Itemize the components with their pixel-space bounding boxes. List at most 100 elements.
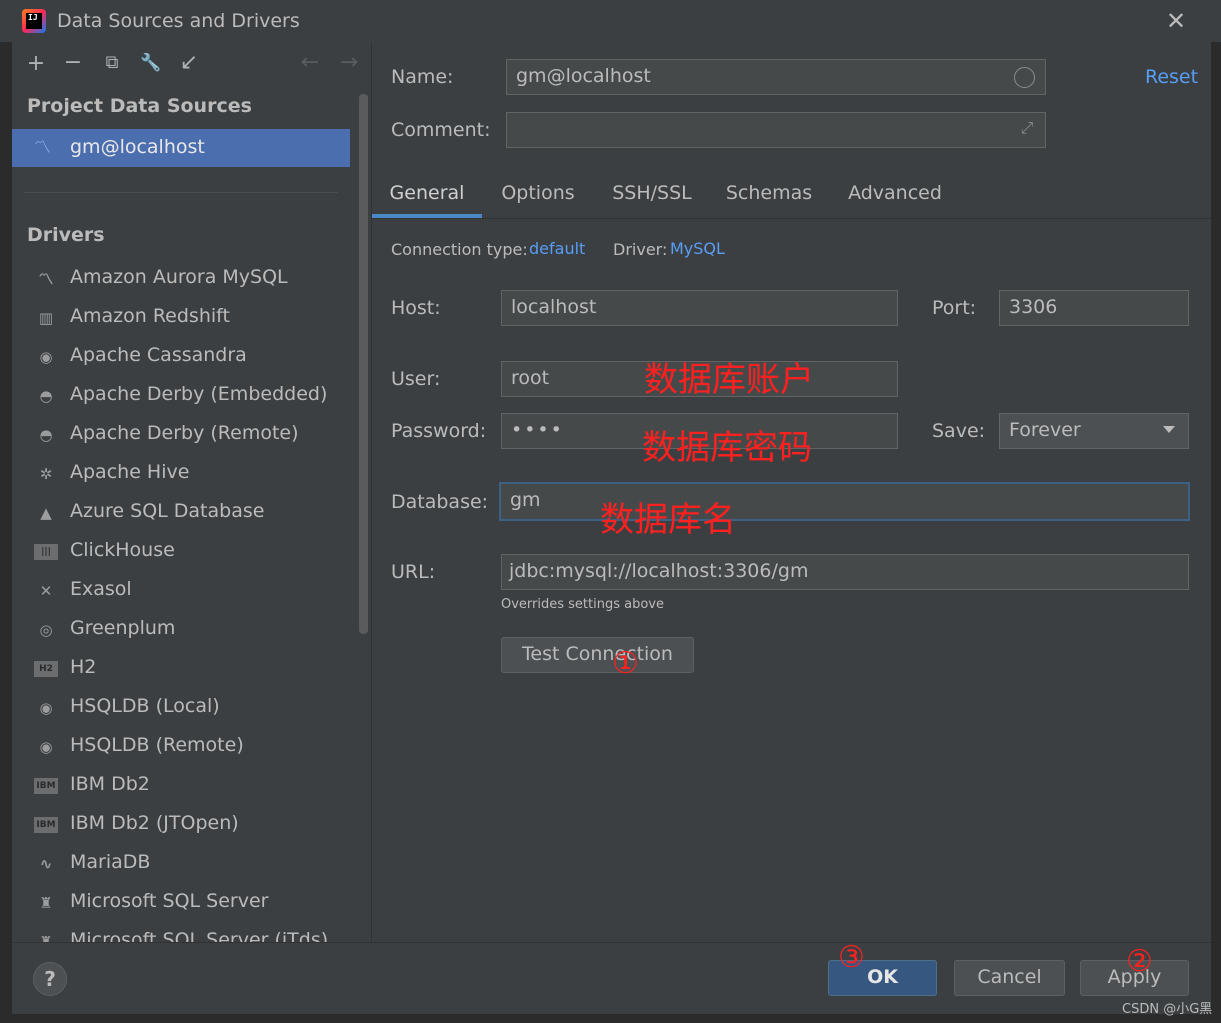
annotation-step-3: ③ [838, 940, 865, 975]
save-dropdown[interactable]: Forever [999, 413, 1189, 449]
window-title: Data Sources and Drivers [57, 10, 300, 32]
close-icon[interactable]: ✕ [1163, 8, 1189, 34]
database-label: Database: [391, 491, 489, 513]
bee-icon: ✲ [39, 465, 53, 483]
driver-label: Greenplum [70, 617, 176, 639]
driver-item[interactable]: ✲ Apache Hive [12, 454, 352, 493]
host-label: Host: [391, 297, 441, 319]
driver-label: Microsoft SQL Server [70, 890, 269, 912]
driver-item[interactable]: ▥ Amazon Redshift [12, 298, 352, 337]
driver-label: Amazon Redshift [70, 305, 230, 327]
annotation-database: 数据库名 [600, 500, 736, 540]
ibm-icon: IBM [34, 817, 58, 833]
seal-icon: ∿ [39, 855, 53, 873]
driver-link[interactable]: MySQL [670, 239, 725, 258]
driver-item[interactable]: ♜ Microsoft SQL Server [12, 883, 352, 922]
port-label: Port: [932, 297, 977, 319]
back-arrow-icon[interactable]: ← [296, 49, 324, 77]
annotation-step-1: ① [612, 646, 639, 681]
tabs-divider [372, 218, 1211, 219]
driver-item[interactable]: 〽 Amazon Aurora MySQL [12, 259, 352, 298]
url-input[interactable]: jdbc:mysql://localhost:3306/gm [501, 554, 1189, 590]
annotation-user: 数据库账户 [644, 360, 814, 400]
driver-item[interactable]: ◓ Apache Derby (Remote) [12, 415, 352, 454]
help-button[interactable]: ? [33, 962, 67, 996]
name-input[interactable]: gm@localhost [506, 59, 1046, 95]
spiral-icon: ◉ [39, 699, 53, 717]
wrench-icon[interactable]: 🔧 [137, 49, 165, 77]
eye-icon: ◉ [39, 348, 53, 366]
data-source-label: gm@localhost [70, 136, 205, 158]
driver-item[interactable]: ◉ HSQLDB (Local) [12, 688, 352, 727]
driver-label: HSQLDB (Local) [70, 695, 220, 717]
ibm-icon: IBM [34, 778, 58, 794]
expand-icon[interactable]: ⤢ [1016, 117, 1038, 139]
spiral-icon: ◉ [39, 738, 53, 756]
driver-label: IBM Db2 [70, 773, 150, 795]
mysql-dolphin-icon: 〽 [34, 138, 51, 158]
driver-label: ClickHouse [70, 539, 175, 561]
driver-label: Driver: [613, 240, 668, 259]
drivers-heading: Drivers [27, 224, 105, 246]
import-icon[interactable]: ↙ [175, 49, 203, 77]
driver-item[interactable]: IBM IBM Db2 [12, 766, 352, 805]
driver-label: Apache Derby (Remote) [70, 422, 299, 444]
driver-item[interactable]: ◓ Apache Derby (Embedded) [12, 376, 352, 415]
tab-ssh-ssl[interactable]: SSH/SSL [598, 171, 706, 215]
reset-link[interactable]: Reset [1145, 66, 1198, 88]
copy-icon[interactable]: ⧉ [98, 49, 126, 77]
driver-item[interactable]: ◉ Apache Cassandra [12, 337, 352, 376]
driver-label: H2 [70, 656, 97, 678]
driver-label: Amazon Aurora MySQL [70, 266, 288, 288]
url-hint: Overrides settings above [501, 597, 664, 612]
color-circle-icon[interactable] [1014, 67, 1035, 88]
driver-item[interactable]: ✕ Exasol [12, 571, 352, 610]
driver-item[interactable]: ♜ Microsoft SQL Server (jTds) [12, 922, 352, 942]
connection-type-link[interactable]: default [529, 239, 585, 258]
driver-label: MariaDB [70, 851, 151, 873]
hat-icon: ◓ [39, 426, 53, 444]
comment-label: Comment: [391, 119, 491, 141]
annotation-password: 数据库密码 [642, 428, 812, 468]
save-label: Save: [932, 420, 986, 442]
port-input[interactable]: 3306 [999, 290, 1189, 326]
forward-arrow-icon[interactable]: → [335, 49, 363, 77]
app-logo-mark: IJ [26, 13, 42, 29]
driver-label: Exasol [70, 578, 132, 600]
driver-label: IBM Db2 (JTOpen) [70, 812, 239, 834]
driver-label: Apache Hive [70, 461, 190, 483]
dropdown-arrow-icon[interactable] [1163, 426, 1175, 433]
host-input[interactable]: localhost [501, 290, 898, 326]
url-label: URL: [391, 561, 436, 583]
comment-input[interactable] [506, 112, 1046, 148]
cancel-button[interactable]: Cancel [954, 960, 1065, 996]
redshift-icon: ▥ [38, 309, 54, 327]
driver-item[interactable]: ◉ HSQLDB (Remote) [12, 727, 352, 766]
azure-icon: ▲ [40, 504, 52, 522]
tab-schemas[interactable]: Schemas [712, 171, 826, 215]
remove-icon[interactable]: − [59, 49, 87, 77]
add-icon[interactable]: + [22, 50, 50, 78]
tab-options[interactable]: Options [484, 171, 592, 215]
driver-item[interactable]: ◎ Greenplum [12, 610, 352, 649]
background-editor-strip [0, 1014, 1221, 1023]
driver-item[interactable]: ||| ClickHouse [12, 532, 352, 571]
tab-advanced[interactable]: Advanced [834, 171, 956, 215]
h2-icon: H2 [34, 661, 58, 677]
driver-label: Azure SQL Database [70, 500, 265, 522]
x-icon: ✕ [39, 582, 53, 600]
driver-label: Apache Cassandra [70, 344, 247, 366]
driver-label: Microsoft SQL Server (jTds) [70, 929, 329, 942]
left-panel: + − ⧉ 🔧 ↙ ← → Project Data Sources 〽 gm@… [12, 42, 371, 942]
drivers-list: 〽 Amazon Aurora MySQL ▥ Amazon Redshift ◉ Apa… [12, 259, 352, 942]
data-source-item-selected[interactable]: 〽 gm@localhost [12, 129, 350, 167]
driver-item[interactable]: ▲ Azure SQL Database [12, 493, 352, 532]
tab-general[interactable]: General [372, 171, 482, 215]
driver-item[interactable]: ∿ MariaDB [12, 844, 352, 883]
test-connection-button[interactable]: Test Connection [501, 637, 694, 673]
mssql-icon: ♜ [39, 933, 53, 942]
driver-item[interactable]: H2 H2 [12, 649, 352, 688]
scrollbar[interactable] [359, 94, 368, 634]
driver-item[interactable]: IBM IBM Db2 (JTOpen) [12, 805, 352, 844]
separator [24, 192, 338, 193]
